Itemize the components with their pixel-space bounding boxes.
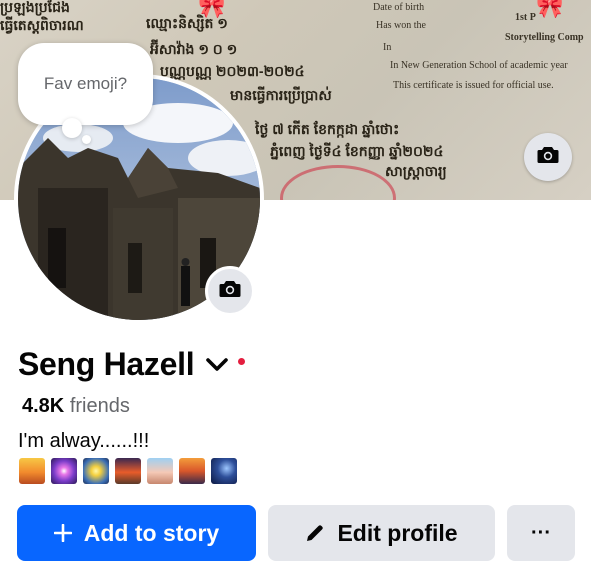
profile-name: Seng Hazell [18, 346, 195, 382]
chevron-down-icon[interactable] [206, 357, 229, 372]
sunset-emoji-icon [19, 458, 45, 484]
camera-icon [219, 280, 241, 303]
cover-text-line: In [383, 42, 392, 53]
more-options-button[interactable]: ··· [507, 505, 575, 561]
profile-name-row: Seng Hazell [18, 346, 246, 383]
cover-camera-button[interactable] [524, 133, 572, 181]
bio-emoji-row [19, 458, 237, 484]
note-bubble-tail [82, 135, 91, 144]
sunrise-over-mountains-emoji-icon [147, 458, 173, 484]
note-text: Fav emoji? [43, 74, 128, 93]
cover-text-line: ធ្វើតេស្តពិចារណ [0, 17, 84, 33]
milky-way-emoji-icon [211, 458, 237, 484]
cover-text-line: មានធ្វើការប្រើប្រាស់ [230, 87, 332, 103]
friends-label: friends [69, 395, 130, 417]
note-bubble-tail [62, 118, 82, 138]
cover-text-line: អ៊ីសាវ៉ាង ១ ០ ១ [150, 41, 238, 57]
ribbon-decoration-icon: 🎀 [198, 0, 226, 19]
friends-number: 4.8K [22, 395, 65, 417]
cover-text-line: 1st P [515, 12, 536, 23]
city-dusk-emoji-icon [179, 458, 205, 484]
cover-text-line: Has won the [376, 20, 426, 31]
cover-text-line: សាស្ត្រាចារ្យ [385, 163, 447, 179]
cover-text-line: បណ្ណបណ្ណ ២០២៣-២០២៤ [160, 63, 305, 79]
camera-icon [537, 146, 559, 169]
stamp-seal [280, 165, 396, 200]
edit-profile-label: Edit profile [337, 519, 458, 546]
add-to-story-button[interactable]: Add to story [17, 505, 256, 561]
volcano-emoji-icon [115, 458, 141, 484]
sparkler-emoji-icon [83, 458, 109, 484]
profile-bio: I'm alway......!!! [18, 430, 150, 452]
cover-text-line: This certificate is issued for official … [393, 80, 554, 91]
cover-text-line: In New Generation School of academic yea… [390, 60, 568, 71]
pencil-icon [305, 523, 325, 543]
profile-camera-button[interactable] [205, 266, 255, 316]
more-options-label: ··· [531, 521, 551, 544]
friends-count[interactable]: 4.8K friends [22, 395, 130, 418]
cover-text-line: ថ្ងៃ ៧ កើត ខែកក្កដា ឆ្នាំថោះ [255, 121, 400, 137]
cover-text-line: Storytelling Comp [505, 32, 584, 43]
note-bubble[interactable]: Fav emoji? [18, 43, 153, 125]
plus-icon [53, 524, 72, 542]
fireworks-emoji-icon [51, 458, 77, 484]
edit-profile-button[interactable]: Edit profile [268, 505, 495, 561]
add-to-story-label: Add to story [83, 519, 220, 546]
ribbon-decoration-icon: 🎀 [536, 0, 564, 19]
cover-text-line: ភ្នំពេញ ថ្ងៃទី៤ ខែកញ្ញា ឆ្នាំ២០២៤ [270, 143, 444, 159]
notification-dot [238, 358, 246, 365]
cover-text-line: Date of birth [373, 2, 425, 13]
